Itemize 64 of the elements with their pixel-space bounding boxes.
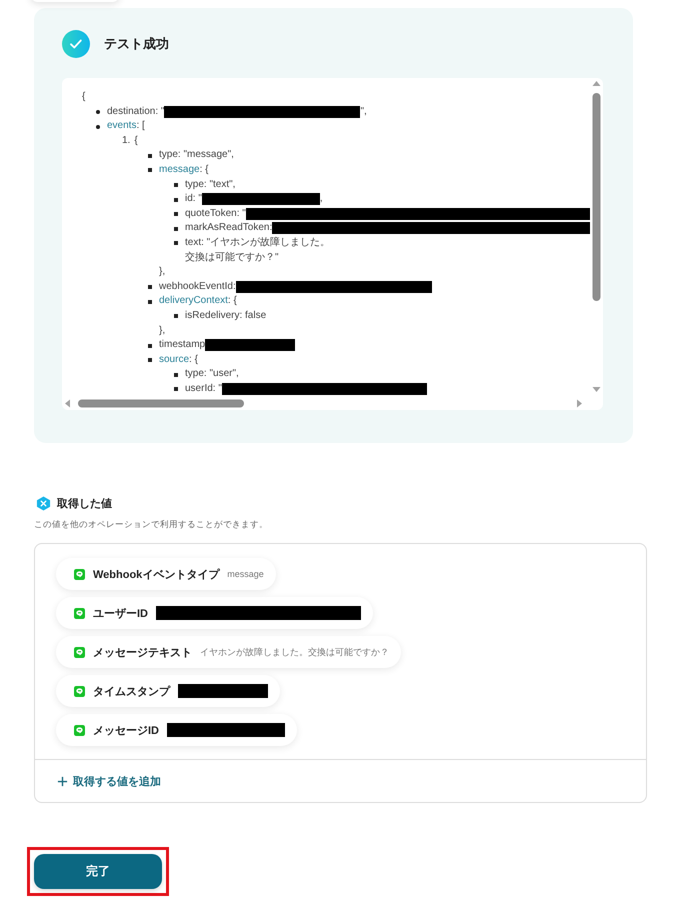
chat-app-icon bbox=[74, 724, 85, 736]
bullet-icon bbox=[96, 124, 100, 129]
list-number: 1. bbox=[122, 134, 130, 148]
code-text: , bbox=[320, 192, 323, 206]
code-line: { bbox=[134, 134, 138, 148]
bullet-icon bbox=[148, 154, 152, 158]
bullet-icon bbox=[174, 212, 178, 216]
value-chip[interactable]: メッセージテキスト イヤホンが故障しました。交換は可能ですか？ bbox=[56, 636, 401, 668]
code-line: 交換は可能ですか？" bbox=[185, 252, 279, 263]
chat-app-icon bbox=[74, 608, 85, 618]
bullet-icon bbox=[174, 241, 178, 246]
code-line: quoteToken: " bbox=[185, 206, 246, 221]
value-text: イヤホンが故障しました。交換は可能ですか？ bbox=[200, 646, 389, 658]
code-line: userId: " bbox=[185, 382, 222, 396]
add-value-link[interactable]: 取得する値を追加 bbox=[57, 774, 161, 788]
value-label: タイムスタンプ bbox=[93, 684, 170, 698]
code-line: isRedelivery: false bbox=[185, 308, 266, 323]
bullet-icon bbox=[148, 168, 152, 172]
code-line: { bbox=[82, 91, 86, 102]
bullet-icon bbox=[174, 183, 178, 188]
section-description: この値を他のオペレーションで利用することができます。 bbox=[34, 519, 269, 531]
plus-icon bbox=[57, 776, 68, 786]
value-chip[interactable]: メッセージID bbox=[56, 714, 297, 746]
chat-app-icon bbox=[74, 686, 85, 696]
chat-app-icon bbox=[74, 646, 85, 658]
bullet-icon bbox=[148, 300, 152, 304]
code-line: }, bbox=[159, 266, 166, 278]
code-line: message: { bbox=[159, 162, 208, 177]
bullet-icon bbox=[174, 387, 178, 392]
code-line: markAsReadToken: bbox=[185, 221, 272, 236]
code-line: source: { bbox=[159, 352, 198, 367]
code-line: webhookEventId: bbox=[159, 280, 236, 294]
value-chip[interactable]: ユーザーID bbox=[56, 597, 373, 629]
code-line: type: "message", bbox=[159, 148, 234, 162]
value-label: メッセージテキスト bbox=[93, 646, 192, 660]
code-line: type: "user", bbox=[185, 367, 239, 382]
bullet-icon bbox=[148, 344, 152, 348]
bullet-icon bbox=[148, 358, 152, 362]
bullet-icon bbox=[174, 314, 178, 318]
code-line: text: "イヤホンが故障しました。 bbox=[185, 236, 330, 250]
code-line: type: "text", bbox=[185, 178, 236, 192]
code-line: deliveryContext: { bbox=[159, 294, 237, 308]
value-chip[interactable]: Webhookイベントタイプ message bbox=[56, 558, 276, 590]
section-title: 取得した値 bbox=[57, 497, 112, 511]
code-line: destination: " bbox=[107, 104, 164, 119]
bullet-icon bbox=[174, 372, 178, 377]
code-text: ", bbox=[360, 104, 367, 119]
code-line: }, bbox=[159, 324, 166, 336]
code-line: events: [ bbox=[107, 119, 145, 134]
bullet-icon bbox=[148, 285, 152, 290]
bullet-icon bbox=[174, 226, 178, 231]
value-text: message bbox=[227, 569, 264, 579]
result-title: テスト成功 bbox=[104, 35, 169, 53]
bullet-icon bbox=[96, 110, 100, 114]
value-label: ユーザーID bbox=[93, 606, 148, 620]
bullet-icon bbox=[174, 198, 178, 202]
variable-icon bbox=[36, 496, 51, 511]
value-label: Webhookイベントタイプ bbox=[93, 568, 220, 582]
value-chip[interactable]: タイムスタンプ bbox=[56, 675, 280, 707]
chat-app-icon bbox=[74, 568, 85, 580]
value-label: メッセージID bbox=[93, 724, 159, 738]
done-button[interactable]: 完了 bbox=[34, 854, 162, 889]
code-line: timestamp bbox=[159, 338, 206, 352]
code-line: id: " bbox=[185, 192, 202, 206]
